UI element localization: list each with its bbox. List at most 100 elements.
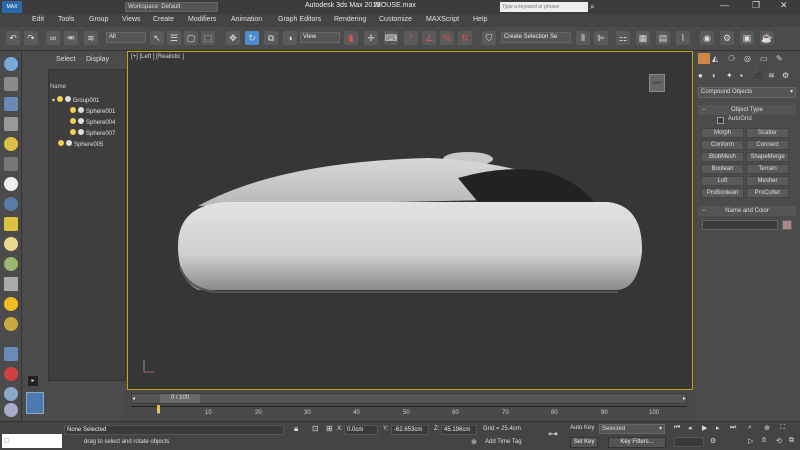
shapes-icon[interactable]: ◐: [712, 71, 717, 80]
spinner-snap-icon[interactable]: ⇅: [458, 31, 472, 45]
sphere-icon[interactable]: [4, 177, 18, 191]
create-tab-icon[interactable]: [698, 53, 710, 64]
angle-snap-icon[interactable]: ∠: [422, 31, 436, 45]
key-filters-button[interactable]: Key Filters...: [608, 437, 666, 448]
menu-tools[interactable]: Tools: [58, 16, 74, 23]
minimize-icon[interactable]: —: [720, 0, 729, 10]
unlink-icon[interactable]: ⚮: [64, 31, 78, 45]
terrain-button[interactable]: Terrain: [746, 164, 789, 174]
blobmesh-button[interactable]: BlobMesh: [701, 152, 744, 162]
field-of-view-icon[interactable]: ▷: [748, 437, 753, 445]
goto-end-icon[interactable]: ⏭: [730, 424, 736, 432]
menu-modifiers[interactable]: Modifiers: [188, 16, 216, 23]
x-coordinate-field[interactable]: 0.0cm: [344, 425, 378, 435]
key-mode-dropdown[interactable]: Selected ▾: [599, 424, 665, 434]
mesher-button[interactable]: Mesher: [746, 176, 789, 186]
manipulate-icon[interactable]: ✛: [364, 31, 378, 45]
rendered-frame-window-icon[interactable]: ▣: [740, 31, 754, 45]
app-menu-button[interactable]: MAX: [2, 1, 22, 13]
utilities-tab-icon[interactable]: ✎: [776, 54, 783, 63]
viewport-layout-icon[interactable]: [26, 392, 44, 414]
graphite-ribbon-icon[interactable]: ▤: [656, 31, 670, 45]
boolean-button[interactable]: Boolean: [701, 164, 744, 174]
close-icon[interactable]: ✕: [780, 0, 788, 11]
y-coordinate-field[interactable]: -62.653cm: [391, 425, 429, 435]
scatter-button[interactable]: Scatter: [746, 128, 789, 138]
absolute-mode-icon[interactable]: ⊞: [326, 424, 333, 433]
proboolean-button[interactable]: ProBoolean: [701, 188, 744, 198]
name-and-color-rollout[interactable]: − Name and Color: [698, 206, 796, 216]
lightbulb-icon[interactable]: [70, 129, 76, 135]
display-tab-icon[interactable]: ▭: [760, 54, 768, 63]
lightbulb-icon[interactable]: [56, 96, 63, 102]
teapot-icon[interactable]: [4, 257, 18, 271]
slider-left-arrow-icon[interactable]: ◂: [132, 395, 135, 402]
add-time-tag-button[interactable]: Add Time Tag: [485, 439, 522, 445]
slider-right-arrow-icon[interactable]: ▸: [683, 395, 686, 402]
object-color-swatch[interactable]: [782, 220, 792, 230]
category-dropdown[interactable]: Compound Objects ▾: [698, 87, 796, 98]
box-icon[interactable]: [4, 97, 18, 111]
zoom-all-icon[interactable]: ⊕: [764, 424, 770, 432]
undo-icon[interactable]: ↶: [6, 31, 20, 45]
modify-tab-icon[interactable]: ◭: [712, 54, 718, 63]
menu-create[interactable]: Create: [153, 16, 174, 23]
tree-item-sphere005[interactable]: Sphere005: [58, 140, 103, 148]
particle-icon[interactable]: [4, 347, 18, 361]
align-icon[interactable]: ⊫: [594, 31, 608, 45]
hierarchy-tab-icon[interactable]: ⚆: [728, 54, 735, 63]
time-slider-track[interactable]: 0 / 100 ◂ ▸: [131, 393, 687, 404]
workspace-dropdown[interactable]: Workspace: Default: [125, 2, 218, 12]
percent-snap-icon[interactable]: %: [440, 31, 454, 45]
key-icon[interactable]: ⊶: [548, 429, 558, 440]
auto-key-button[interactable]: Auto Key: [570, 425, 594, 431]
z-coordinate-field[interactable]: 45.196cm: [441, 425, 477, 435]
current-frame-field[interactable]: [674, 437, 704, 447]
light-icon[interactable]: [4, 137, 18, 151]
connect-button[interactable]: Connect: [746, 140, 789, 150]
helpers-icon[interactable]: ⬛: [754, 71, 764, 80]
geometry-icon[interactable]: ●: [698, 71, 703, 80]
select-region-icon[interactable]: ▢: [184, 31, 198, 45]
menu-maxscript[interactable]: MAXScript: [426, 16, 459, 23]
lightbulb-icon[interactable]: [58, 140, 64, 146]
torus-icon[interactable]: [4, 197, 18, 211]
morph-button[interactable]: Morph: [701, 128, 744, 138]
spacewarps-icon[interactable]: ≋: [768, 71, 775, 80]
maximize-viewport-icon[interactable]: ⧉: [789, 437, 794, 445]
reference-coordinate-dropdown[interactable]: View: [300, 32, 340, 43]
expand-icon[interactable]: ▸: [28, 376, 38, 386]
helper-icon[interactable]: [4, 367, 18, 381]
next-frame-icon[interactable]: ▸: [716, 424, 720, 432]
layer-manager-icon[interactable]: ⚏: [616, 31, 630, 45]
menu-graph-editors[interactable]: Graph Editors: [278, 16, 321, 23]
select-and-scale-icon[interactable]: ⧉: [264, 31, 278, 45]
loft-button[interactable]: Loft: [701, 176, 744, 186]
restore-icon[interactable]: ❐: [752, 0, 760, 11]
curve-editor-icon[interactable]: ⌇: [676, 31, 690, 45]
shapemerge-button[interactable]: ShapeMerge: [746, 152, 789, 162]
viewport-left[interactable]: [+] [Left ] [Realistic ] LEFT: [127, 51, 693, 390]
menu-rendering[interactable]: Rendering: [334, 16, 366, 23]
lightbulb-icon[interactable]: [70, 107, 76, 113]
keyboard-shortcut-icon[interactable]: ⌨: [384, 31, 398, 45]
named-selection-set-dropdown[interactable]: Create Selection Se: [501, 32, 571, 43]
select-and-rotate-icon[interactable]: ↻: [245, 31, 259, 45]
zoom-icon[interactable]: ⌕: [748, 424, 752, 432]
menu-customize[interactable]: Customize: [379, 16, 412, 23]
edit-named-selection-icon[interactable]: ⛉: [482, 31, 496, 45]
panel-icon[interactable]: [4, 117, 18, 131]
search-input[interactable]: Type a keyword or phrase: [500, 2, 588, 12]
render-production-icon[interactable]: ☕: [760, 31, 774, 45]
window-crossing-icon[interactable]: ⬚: [201, 31, 215, 45]
plane-icon[interactable]: [4, 217, 18, 231]
redo-icon[interactable]: ↷: [24, 31, 38, 45]
mouse-model[interactable]: [128, 52, 694, 391]
systems-icon[interactable]: ⚙: [782, 71, 789, 80]
select-and-move-icon[interactable]: ✥: [226, 31, 240, 45]
tree-item-sphere001[interactable]: Sphere001: [70, 107, 115, 115]
scene-explorer-icon[interactable]: ▦: [636, 31, 650, 45]
snaps-toggle-icon[interactable]: ³: [404, 31, 418, 45]
mirror-icon[interactable]: ⫴: [576, 31, 590, 45]
motion-tab-icon[interactable]: ◎: [744, 54, 751, 63]
